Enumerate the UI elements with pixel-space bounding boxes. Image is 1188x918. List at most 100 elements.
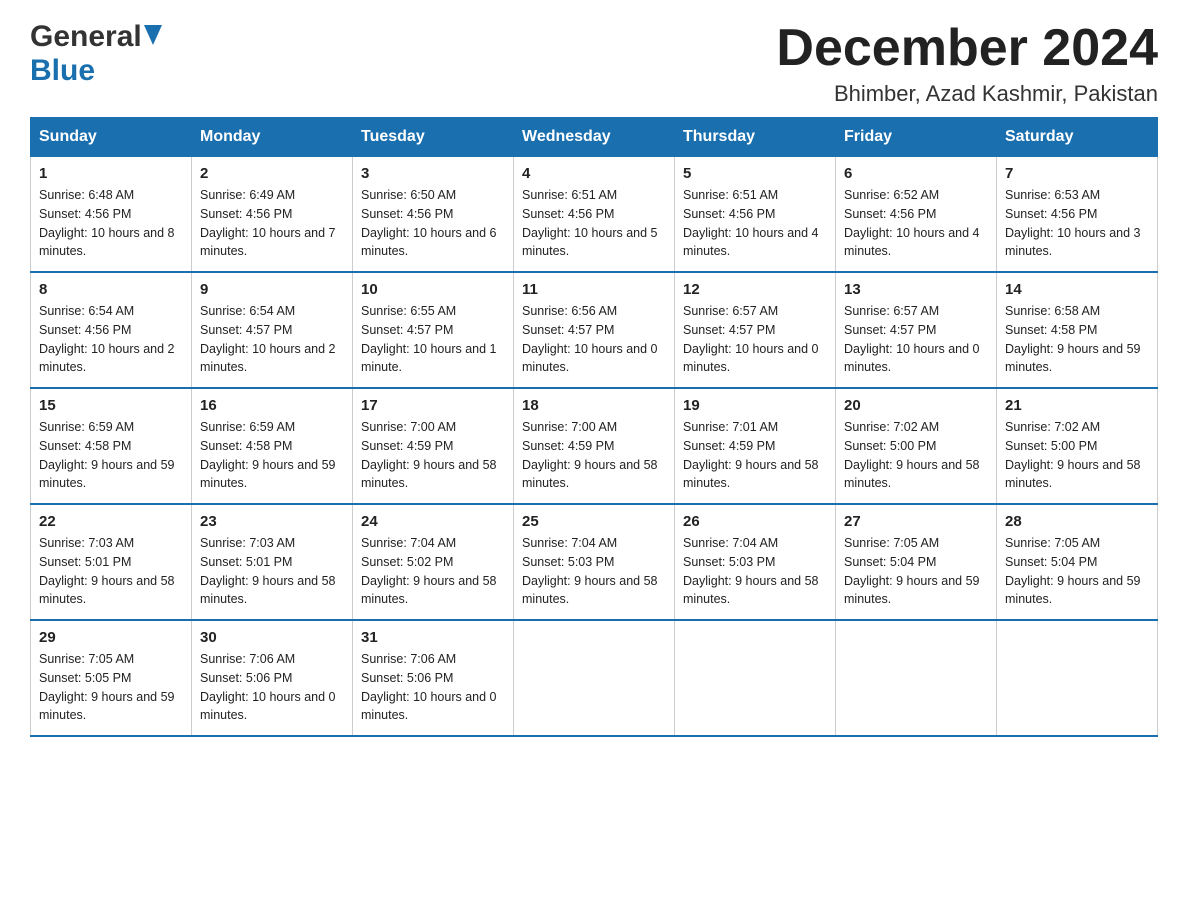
table-row: 31 Sunrise: 7:06 AM Sunset: 5:06 PM Dayl… (353, 620, 514, 736)
day-info: Sunrise: 6:49 AM Sunset: 4:56 PM Dayligh… (200, 186, 344, 261)
table-row (836, 620, 997, 736)
table-row: 11 Sunrise: 6:56 AM Sunset: 4:57 PM Dayl… (514, 272, 675, 388)
calendar-week-row: 8 Sunrise: 6:54 AM Sunset: 4:56 PM Dayli… (31, 272, 1158, 388)
location-text: Bhimber, Azad Kashmir, Pakistan (776, 81, 1158, 107)
table-row: 15 Sunrise: 6:59 AM Sunset: 4:58 PM Dayl… (31, 388, 192, 504)
day-number: 26 (683, 513, 827, 530)
table-row: 8 Sunrise: 6:54 AM Sunset: 4:56 PM Dayli… (31, 272, 192, 388)
day-info: Sunrise: 6:54 AM Sunset: 4:57 PM Dayligh… (200, 302, 344, 377)
day-number: 16 (200, 397, 344, 414)
day-number: 22 (39, 513, 183, 530)
day-number: 30 (200, 629, 344, 646)
day-info: Sunrise: 6:50 AM Sunset: 4:56 PM Dayligh… (361, 186, 505, 261)
table-row: 3 Sunrise: 6:50 AM Sunset: 4:56 PM Dayli… (353, 157, 514, 273)
table-row (675, 620, 836, 736)
calendar-week-row: 1 Sunrise: 6:48 AM Sunset: 4:56 PM Dayli… (31, 157, 1158, 273)
day-number: 1 (39, 165, 183, 182)
day-info: Sunrise: 7:00 AM Sunset: 4:59 PM Dayligh… (361, 418, 505, 493)
table-row (514, 620, 675, 736)
table-row: 6 Sunrise: 6:52 AM Sunset: 4:56 PM Dayli… (836, 157, 997, 273)
table-row: 29 Sunrise: 7:05 AM Sunset: 5:05 PM Dayl… (31, 620, 192, 736)
day-number: 14 (1005, 281, 1149, 298)
day-number: 25 (522, 513, 666, 530)
day-info: Sunrise: 6:53 AM Sunset: 4:56 PM Dayligh… (1005, 186, 1149, 261)
table-row: 5 Sunrise: 6:51 AM Sunset: 4:56 PM Dayli… (675, 157, 836, 273)
day-number: 11 (522, 281, 666, 298)
logo-general-text: General (30, 20, 142, 54)
day-number: 3 (361, 165, 505, 182)
col-thursday: Thursday (675, 118, 836, 157)
day-number: 12 (683, 281, 827, 298)
day-info: Sunrise: 7:05 AM Sunset: 5:05 PM Dayligh… (39, 650, 183, 725)
logo: General Blue (30, 20, 162, 88)
table-row: 9 Sunrise: 6:54 AM Sunset: 4:57 PM Dayli… (192, 272, 353, 388)
day-number: 10 (361, 281, 505, 298)
day-number: 18 (522, 397, 666, 414)
day-info: Sunrise: 7:05 AM Sunset: 5:04 PM Dayligh… (844, 534, 988, 609)
day-number: 19 (683, 397, 827, 414)
day-number: 5 (683, 165, 827, 182)
logo-blue-text: Blue (30, 54, 95, 88)
day-number: 28 (1005, 513, 1149, 530)
day-info: Sunrise: 6:52 AM Sunset: 4:56 PM Dayligh… (844, 186, 988, 261)
table-row: 14 Sunrise: 6:58 AM Sunset: 4:58 PM Dayl… (997, 272, 1158, 388)
day-number: 27 (844, 513, 988, 530)
table-row: 27 Sunrise: 7:05 AM Sunset: 5:04 PM Dayl… (836, 504, 997, 620)
page-header: General Blue December 2024 Bhimber, Azad… (30, 20, 1158, 107)
calendar-header-row: Sunday Monday Tuesday Wednesday Thursday… (31, 118, 1158, 157)
table-row: 24 Sunrise: 7:04 AM Sunset: 5:02 PM Dayl… (353, 504, 514, 620)
month-title: December 2024 (776, 20, 1158, 77)
table-row: 17 Sunrise: 7:00 AM Sunset: 4:59 PM Dayl… (353, 388, 514, 504)
table-row: 2 Sunrise: 6:49 AM Sunset: 4:56 PM Dayli… (192, 157, 353, 273)
table-row (997, 620, 1158, 736)
day-info: Sunrise: 7:05 AM Sunset: 5:04 PM Dayligh… (1005, 534, 1149, 609)
col-wednesday: Wednesday (514, 118, 675, 157)
day-info: Sunrise: 6:58 AM Sunset: 4:58 PM Dayligh… (1005, 302, 1149, 377)
day-info: Sunrise: 7:02 AM Sunset: 5:00 PM Dayligh… (1005, 418, 1149, 493)
table-row: 10 Sunrise: 6:55 AM Sunset: 4:57 PM Dayl… (353, 272, 514, 388)
day-number: 6 (844, 165, 988, 182)
col-sunday: Sunday (31, 118, 192, 157)
day-number: 21 (1005, 397, 1149, 414)
day-number: 23 (200, 513, 344, 530)
day-info: Sunrise: 7:03 AM Sunset: 5:01 PM Dayligh… (39, 534, 183, 609)
col-monday: Monday (192, 118, 353, 157)
table-row: 4 Sunrise: 6:51 AM Sunset: 4:56 PM Dayli… (514, 157, 675, 273)
day-info: Sunrise: 6:51 AM Sunset: 4:56 PM Dayligh… (683, 186, 827, 261)
calendar-week-row: 29 Sunrise: 7:05 AM Sunset: 5:05 PM Dayl… (31, 620, 1158, 736)
day-info: Sunrise: 7:02 AM Sunset: 5:00 PM Dayligh… (844, 418, 988, 493)
table-row: 21 Sunrise: 7:02 AM Sunset: 5:00 PM Dayl… (997, 388, 1158, 504)
title-section: December 2024 Bhimber, Azad Kashmir, Pak… (776, 20, 1158, 107)
table-row: 25 Sunrise: 7:04 AM Sunset: 5:03 PM Dayl… (514, 504, 675, 620)
day-number: 31 (361, 629, 505, 646)
day-info: Sunrise: 7:04 AM Sunset: 5:02 PM Dayligh… (361, 534, 505, 609)
day-info: Sunrise: 6:51 AM Sunset: 4:56 PM Dayligh… (522, 186, 666, 261)
table-row: 19 Sunrise: 7:01 AM Sunset: 4:59 PM Dayl… (675, 388, 836, 504)
day-number: 29 (39, 629, 183, 646)
day-info: Sunrise: 7:03 AM Sunset: 5:01 PM Dayligh… (200, 534, 344, 609)
day-number: 7 (1005, 165, 1149, 182)
col-friday: Friday (836, 118, 997, 157)
day-info: Sunrise: 7:00 AM Sunset: 4:59 PM Dayligh… (522, 418, 666, 493)
day-info: Sunrise: 6:57 AM Sunset: 4:57 PM Dayligh… (683, 302, 827, 377)
day-info: Sunrise: 6:57 AM Sunset: 4:57 PM Dayligh… (844, 302, 988, 377)
col-saturday: Saturday (997, 118, 1158, 157)
day-info: Sunrise: 6:59 AM Sunset: 4:58 PM Dayligh… (39, 418, 183, 493)
table-row: 23 Sunrise: 7:03 AM Sunset: 5:01 PM Dayl… (192, 504, 353, 620)
logo-arrow-icon (142, 28, 162, 46)
col-tuesday: Tuesday (353, 118, 514, 157)
day-number: 9 (200, 281, 344, 298)
day-info: Sunrise: 6:48 AM Sunset: 4:56 PM Dayligh… (39, 186, 183, 261)
table-row: 26 Sunrise: 7:04 AM Sunset: 5:03 PM Dayl… (675, 504, 836, 620)
table-row: 12 Sunrise: 6:57 AM Sunset: 4:57 PM Dayl… (675, 272, 836, 388)
table-row: 30 Sunrise: 7:06 AM Sunset: 5:06 PM Dayl… (192, 620, 353, 736)
calendar-table: Sunday Monday Tuesday Wednesday Thursday… (30, 117, 1158, 737)
table-row: 18 Sunrise: 7:00 AM Sunset: 4:59 PM Dayl… (514, 388, 675, 504)
day-info: Sunrise: 6:55 AM Sunset: 4:57 PM Dayligh… (361, 302, 505, 377)
day-info: Sunrise: 6:59 AM Sunset: 4:58 PM Dayligh… (200, 418, 344, 493)
day-info: Sunrise: 6:56 AM Sunset: 4:57 PM Dayligh… (522, 302, 666, 377)
day-number: 4 (522, 165, 666, 182)
day-info: Sunrise: 7:04 AM Sunset: 5:03 PM Dayligh… (522, 534, 666, 609)
calendar-week-row: 22 Sunrise: 7:03 AM Sunset: 5:01 PM Dayl… (31, 504, 1158, 620)
table-row: 1 Sunrise: 6:48 AM Sunset: 4:56 PM Dayli… (31, 157, 192, 273)
